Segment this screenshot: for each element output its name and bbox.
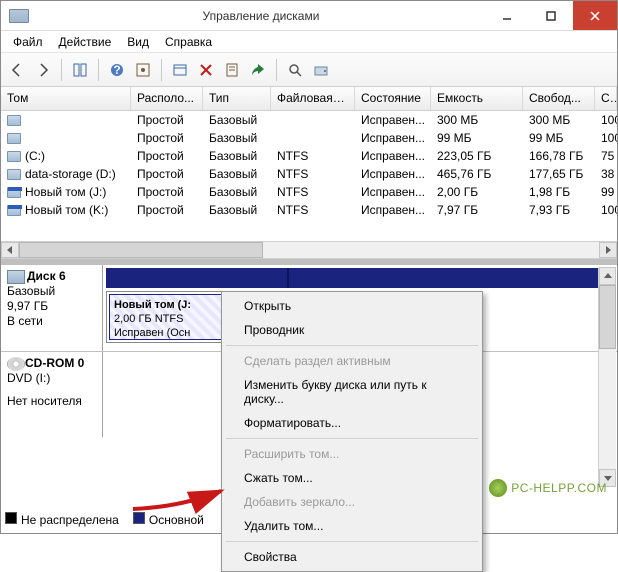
ctx-open[interactable]: Открыть (224, 294, 480, 318)
legend-primary-swatch (133, 512, 145, 524)
volume-list[interactable]: ПростойБазовыйИсправен...300 МБ300 МБ100… (1, 111, 617, 241)
ctx-extend: Расширить том... (224, 442, 480, 466)
volume-icon (7, 169, 21, 180)
partition-name: Новый том (J: (114, 298, 218, 312)
volume-icon (7, 205, 21, 216)
volume-row[interactable]: data-storage (D:)ПростойБазовыйNTFSИспра… (1, 165, 617, 183)
forward-button[interactable] (31, 58, 55, 82)
disk-icon (7, 270, 25, 284)
menu-file[interactable]: Файл (7, 33, 49, 51)
volume-row[interactable]: Новый том (J:)ПростойБазовыйNTFSИсправен… (1, 183, 617, 201)
disk-status: В сети (7, 314, 96, 329)
scroll-thumb-v[interactable] (599, 285, 616, 349)
col-percent[interactable]: Св (595, 87, 617, 110)
volume-list-header: Том Располо... Тип Файловая с... Состоян… (1, 87, 617, 111)
volume-icon (7, 151, 21, 162)
ctx-explorer[interactable]: Проводник (224, 318, 480, 342)
disk-type: Базовый (7, 284, 96, 299)
ctx-properties[interactable]: Свойства (224, 545, 480, 569)
drive-button[interactable] (309, 58, 333, 82)
col-layout[interactable]: Располо... (131, 87, 203, 110)
ctx-delete-volume[interactable]: Удалить том... (224, 514, 480, 538)
watermark-icon (489, 479, 507, 497)
title-bar: Управление дисками (1, 1, 617, 31)
col-volume[interactable]: Том (1, 87, 131, 110)
maximize-button[interactable] (529, 1, 573, 30)
disk-label: Диск 6 (27, 269, 66, 283)
scroll-left-button[interactable] (1, 242, 19, 258)
horizontal-scrollbar[interactable] (1, 241, 617, 259)
refresh-button[interactable] (168, 58, 192, 82)
col-state[interactable]: Состояние (355, 87, 431, 110)
menu-view[interactable]: Вид (121, 33, 155, 51)
cd-icon (7, 357, 25, 371)
find-button[interactable] (283, 58, 307, 82)
partition-box[interactable]: Новый том (J: 2,00 ГБ NTFS Исправен (Осн (106, 291, 226, 343)
scroll-thumb[interactable] (19, 242, 263, 258)
partition-state: Исправен (Осн (114, 326, 218, 340)
legend-unallocated: Не распределена (21, 513, 119, 527)
volume-icon (7, 187, 21, 198)
vertical-scrollbar[interactable] (598, 267, 616, 487)
cdrom-status: Нет носителя (7, 394, 96, 409)
menu-help[interactable]: Справка (159, 33, 218, 51)
col-type[interactable]: Тип (203, 87, 271, 110)
legend-unallocated-swatch (5, 512, 17, 524)
volume-row[interactable]: Новый том (K:)ПростойБазовыйNTFSИсправен… (1, 201, 617, 219)
ctx-make-active: Сделать раздел активным (224, 349, 480, 373)
ctx-change-letter[interactable]: Изменить букву диска или путь к диску... (224, 373, 480, 411)
watermark: PC-HELPP.COM (489, 479, 607, 497)
volume-icon (7, 133, 21, 144)
window-title: Управление дисками (37, 9, 485, 23)
disk-info[interactable]: Диск 6 Базовый 9,97 ГБ В сети (1, 265, 103, 351)
cdrom-label: CD-ROM 0 (25, 356, 84, 370)
svg-text:?: ? (113, 63, 120, 77)
col-free[interactable]: Свобод... (523, 87, 595, 110)
volume-row[interactable]: (C:)ПростойБазовыйNTFSИсправен...223,05 … (1, 147, 617, 165)
col-filesystem[interactable]: Файловая с... (271, 87, 355, 110)
ctx-shrink[interactable]: Сжать том... (224, 466, 480, 490)
watermark-text: PC-HELPP.COM (511, 481, 607, 495)
legend-primary: Основной (149, 513, 204, 527)
minimize-button[interactable] (485, 1, 529, 30)
cdrom-info[interactable]: CD-ROM 0 DVD (I:) Нет носителя (1, 352, 103, 437)
legend: Не распределена Основной (5, 512, 204, 527)
ctx-format[interactable]: Форматировать... (224, 411, 480, 435)
cdrom-type: DVD (I:) (7, 371, 96, 386)
volume-row[interactable]: ПростойБазовыйИсправен...300 МБ300 МБ100 (1, 111, 617, 129)
menu-action[interactable]: Действие (53, 33, 118, 51)
partition-size: 2,00 ГБ NTFS (114, 312, 218, 326)
disk-size: 9,97 ГБ (7, 299, 96, 314)
app-icon (9, 9, 29, 23)
action-button[interactable] (246, 58, 270, 82)
volume-row[interactable]: ПростойБазовыйИсправен...99 МБ99 МБ100 (1, 129, 617, 147)
volume-icon (7, 115, 21, 126)
toolbar: ? (1, 53, 617, 87)
menu-bar: Файл Действие Вид Справка (1, 31, 617, 53)
help-button[interactable]: ? (105, 58, 129, 82)
scroll-right-button[interactable] (599, 242, 617, 258)
ctx-add-mirror: Добавить зеркало... (224, 490, 480, 514)
col-capacity[interactable]: Емкость (431, 87, 523, 110)
context-menu: Открыть Проводник Сделать раздел активны… (221, 291, 483, 572)
view-list-button[interactable] (68, 58, 92, 82)
properties-button[interactable] (220, 58, 244, 82)
back-button[interactable] (5, 58, 29, 82)
delete-button[interactable] (194, 58, 218, 82)
close-button[interactable] (573, 1, 617, 30)
scroll-up-button[interactable] (599, 267, 616, 285)
settings-button[interactable] (131, 58, 155, 82)
